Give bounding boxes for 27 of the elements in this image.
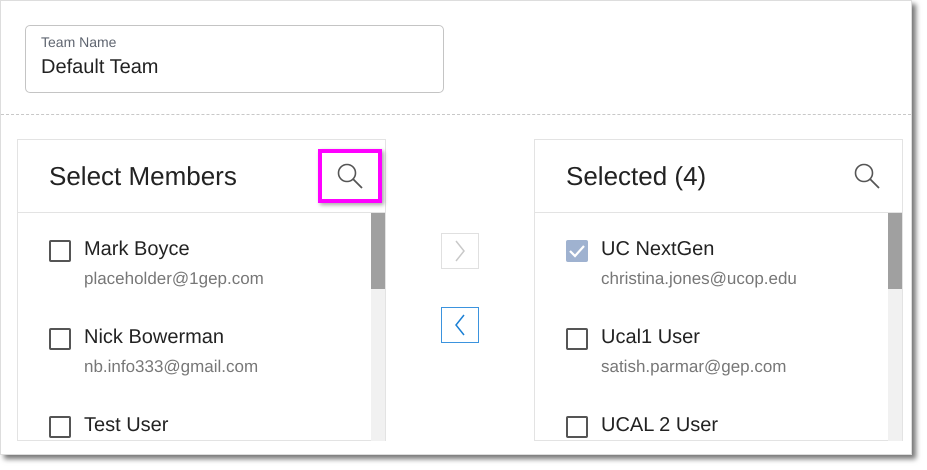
team-name-field[interactable]: Team Name Default Team	[25, 25, 444, 93]
checkbox[interactable]	[49, 416, 71, 438]
move-left-button[interactable]	[441, 307, 479, 343]
member-email: satish.parmar@gep.com	[601, 357, 786, 377]
member-name: UCAL 2 User	[601, 413, 718, 437]
search-icon[interactable]	[853, 162, 881, 190]
scrollbar-thumb[interactable]	[371, 213, 385, 289]
scrollbar-thumb[interactable]	[888, 213, 902, 289]
checkbox[interactable]	[566, 328, 588, 350]
checkbox[interactable]	[49, 328, 71, 350]
panel-title: Select Members	[49, 160, 237, 192]
member-email: placeholder@1gep.com	[84, 269, 264, 289]
checkbox[interactable]	[566, 416, 588, 438]
member-name: Nick Bowerman	[84, 325, 224, 349]
scrollbar[interactable]	[888, 213, 902, 441]
member-name: UC NextGen	[601, 237, 714, 261]
member-email: christina.jones@ucop.edu	[601, 269, 797, 289]
member-name: Mark Boyce	[84, 237, 190, 261]
checkbox[interactable]	[49, 240, 71, 262]
member-email: nb.info333@gmail.com	[84, 357, 258, 377]
field-label: Team Name	[41, 34, 116, 50]
member-name: Test User	[84, 413, 168, 437]
search-icon[interactable]	[336, 162, 364, 190]
field-value: Default Team	[41, 56, 158, 79]
panel-title: Selected (4)	[566, 160, 706, 192]
scrollbar[interactable]	[371, 213, 385, 441]
member-name: Ucal1 User	[601, 325, 700, 349]
